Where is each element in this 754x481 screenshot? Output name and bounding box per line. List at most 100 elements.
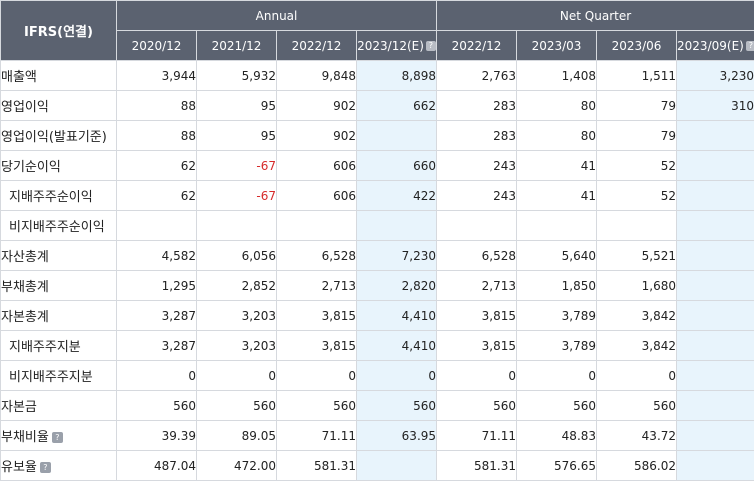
row-label: 매출액 bbox=[1, 61, 117, 91]
col-header-annual-3: 2022/12 bbox=[277, 31, 357, 61]
table-cell: 3,815 bbox=[277, 331, 357, 361]
table-cell bbox=[677, 301, 754, 331]
table-cell: 2,852 bbox=[197, 271, 277, 301]
table-cell: 560 bbox=[277, 391, 357, 421]
table-cell: 9,848 bbox=[277, 61, 357, 91]
row-label-text: 자본금 bbox=[1, 400, 37, 415]
table-cell bbox=[357, 121, 437, 151]
info-icon[interactable]: ? bbox=[426, 41, 436, 51]
table-cell bbox=[677, 211, 754, 241]
table-cell: 4,410 bbox=[357, 331, 437, 361]
table-cell: 0 bbox=[117, 361, 197, 391]
table-cell: 560 bbox=[117, 391, 197, 421]
table-cell: 0 bbox=[517, 361, 597, 391]
col-header-label: 2023/03 bbox=[532, 39, 582, 53]
info-icon[interactable]: ? bbox=[746, 41, 754, 51]
table-cell: 243 bbox=[437, 151, 517, 181]
table-cell bbox=[357, 211, 437, 241]
table-cell: 586.02 bbox=[597, 451, 677, 481]
table-cell: 487.04 bbox=[117, 451, 197, 481]
row-label-text: 자본총계 bbox=[1, 310, 49, 325]
table-row: 영업이익88959026622838079310 bbox=[1, 91, 754, 121]
table-cell: 5,932 bbox=[197, 61, 277, 91]
row-label: 지배주주지분 bbox=[1, 331, 117, 361]
row-label: 영업이익 bbox=[1, 91, 117, 121]
table-cell: 41 bbox=[517, 181, 597, 211]
row-label-text: 비지배주주지분 bbox=[9, 370, 93, 385]
info-icon[interactable]: ? bbox=[40, 462, 51, 473]
row-label-text: 지배주주지분 bbox=[9, 340, 81, 355]
table-cell: 6,528 bbox=[277, 241, 357, 271]
row-label-text: 부채총계 bbox=[1, 280, 49, 295]
col-header-quarter-4[interactable]: 2023/09(E)? bbox=[677, 31, 754, 61]
row-label: 자산총계 bbox=[1, 241, 117, 271]
table-cell: 80 bbox=[517, 91, 597, 121]
table-cell: 80 bbox=[517, 121, 597, 151]
table-cell bbox=[677, 241, 754, 271]
table-cell: 52 bbox=[597, 151, 677, 181]
table-cell: 422 bbox=[357, 181, 437, 211]
row-label: 부채비율? bbox=[1, 421, 117, 451]
table-cell: 606 bbox=[277, 181, 357, 211]
table-cell bbox=[677, 151, 754, 181]
col-header-annual-4[interactable]: 2023/12(E)? bbox=[357, 31, 437, 61]
table-cell: 576.65 bbox=[517, 451, 597, 481]
table-cell: 0 bbox=[437, 361, 517, 391]
table-cell: 48.83 bbox=[517, 421, 597, 451]
table-row: 지배주주순이익62-676064222434152 bbox=[1, 181, 754, 211]
table-body: 매출액3,9445,9329,8488,8982,7631,4081,5113,… bbox=[1, 61, 754, 481]
table-cell: 6,528 bbox=[437, 241, 517, 271]
col-header-annual-1: 2020/12 bbox=[117, 31, 197, 61]
col-header-quarter-1: 2022/12 bbox=[437, 31, 517, 61]
table-cell: 3,944 bbox=[117, 61, 197, 91]
table-cell: 662 bbox=[357, 91, 437, 121]
info-icon[interactable]: ? bbox=[52, 432, 63, 443]
table-cell bbox=[677, 421, 754, 451]
table-cell: 560 bbox=[197, 391, 277, 421]
table-cell: 79 bbox=[597, 91, 677, 121]
row-label-text: 매출액 bbox=[1, 70, 37, 85]
row-label-text: 부채비율 bbox=[1, 430, 49, 445]
row-label-text: 영업이익(발표기준) bbox=[1, 130, 107, 145]
table-cell bbox=[597, 211, 677, 241]
table-row: 비지배주주순이익 bbox=[1, 211, 754, 241]
table-cell: 3,230 bbox=[677, 61, 754, 91]
table-cell bbox=[117, 211, 197, 241]
table-cell: 0 bbox=[357, 361, 437, 391]
row-label-text: 지배주주순이익 bbox=[9, 190, 93, 205]
col-header-label: 2020/12 bbox=[132, 39, 182, 53]
table-cell: 560 bbox=[357, 391, 437, 421]
table-cell: 606 bbox=[277, 151, 357, 181]
table-row: 부채총계1,2952,8522,7132,8202,7131,8501,680 bbox=[1, 271, 754, 301]
table-cell: 283 bbox=[437, 91, 517, 121]
table-row: 자본총계3,2873,2033,8154,4103,8153,7893,842 bbox=[1, 301, 754, 331]
table-cell: 88 bbox=[117, 91, 197, 121]
table-cell: 2,763 bbox=[437, 61, 517, 91]
col-header-quarter-3: 2023/06 bbox=[597, 31, 677, 61]
col-header-label: 2022/12 bbox=[292, 39, 342, 53]
table-cell: 3,203 bbox=[197, 301, 277, 331]
table-cell bbox=[197, 211, 277, 241]
table-cell: 62 bbox=[117, 181, 197, 211]
table-cell: 5,640 bbox=[517, 241, 597, 271]
col-header-label: 2023/12(E) bbox=[357, 39, 424, 53]
header-group-row: IFRS(연결) Annual Net Quarter bbox=[1, 1, 754, 31]
table-cell: 6,056 bbox=[197, 241, 277, 271]
table-cell bbox=[677, 181, 754, 211]
table-cell: 7,230 bbox=[357, 241, 437, 271]
table-cell: 5,521 bbox=[597, 241, 677, 271]
row-label: 자본총계 bbox=[1, 301, 117, 331]
table-cell: 660 bbox=[357, 151, 437, 181]
col-header-label: 2023/09(E) bbox=[677, 39, 744, 53]
table-cell: 3,789 bbox=[517, 301, 597, 331]
table-cell: 1,408 bbox=[517, 61, 597, 91]
table-cell: 1,511 bbox=[597, 61, 677, 91]
table-cell: 3,815 bbox=[277, 301, 357, 331]
row-label: 비지배주주순이익 bbox=[1, 211, 117, 241]
annual-group-header: Annual bbox=[117, 1, 437, 31]
row-label-text: 당기순이익 bbox=[1, 160, 61, 175]
table-cell: 560 bbox=[597, 391, 677, 421]
table-cell: 79 bbox=[597, 121, 677, 151]
table-cell: 4,582 bbox=[117, 241, 197, 271]
quarter-group-header: Net Quarter bbox=[437, 1, 754, 31]
